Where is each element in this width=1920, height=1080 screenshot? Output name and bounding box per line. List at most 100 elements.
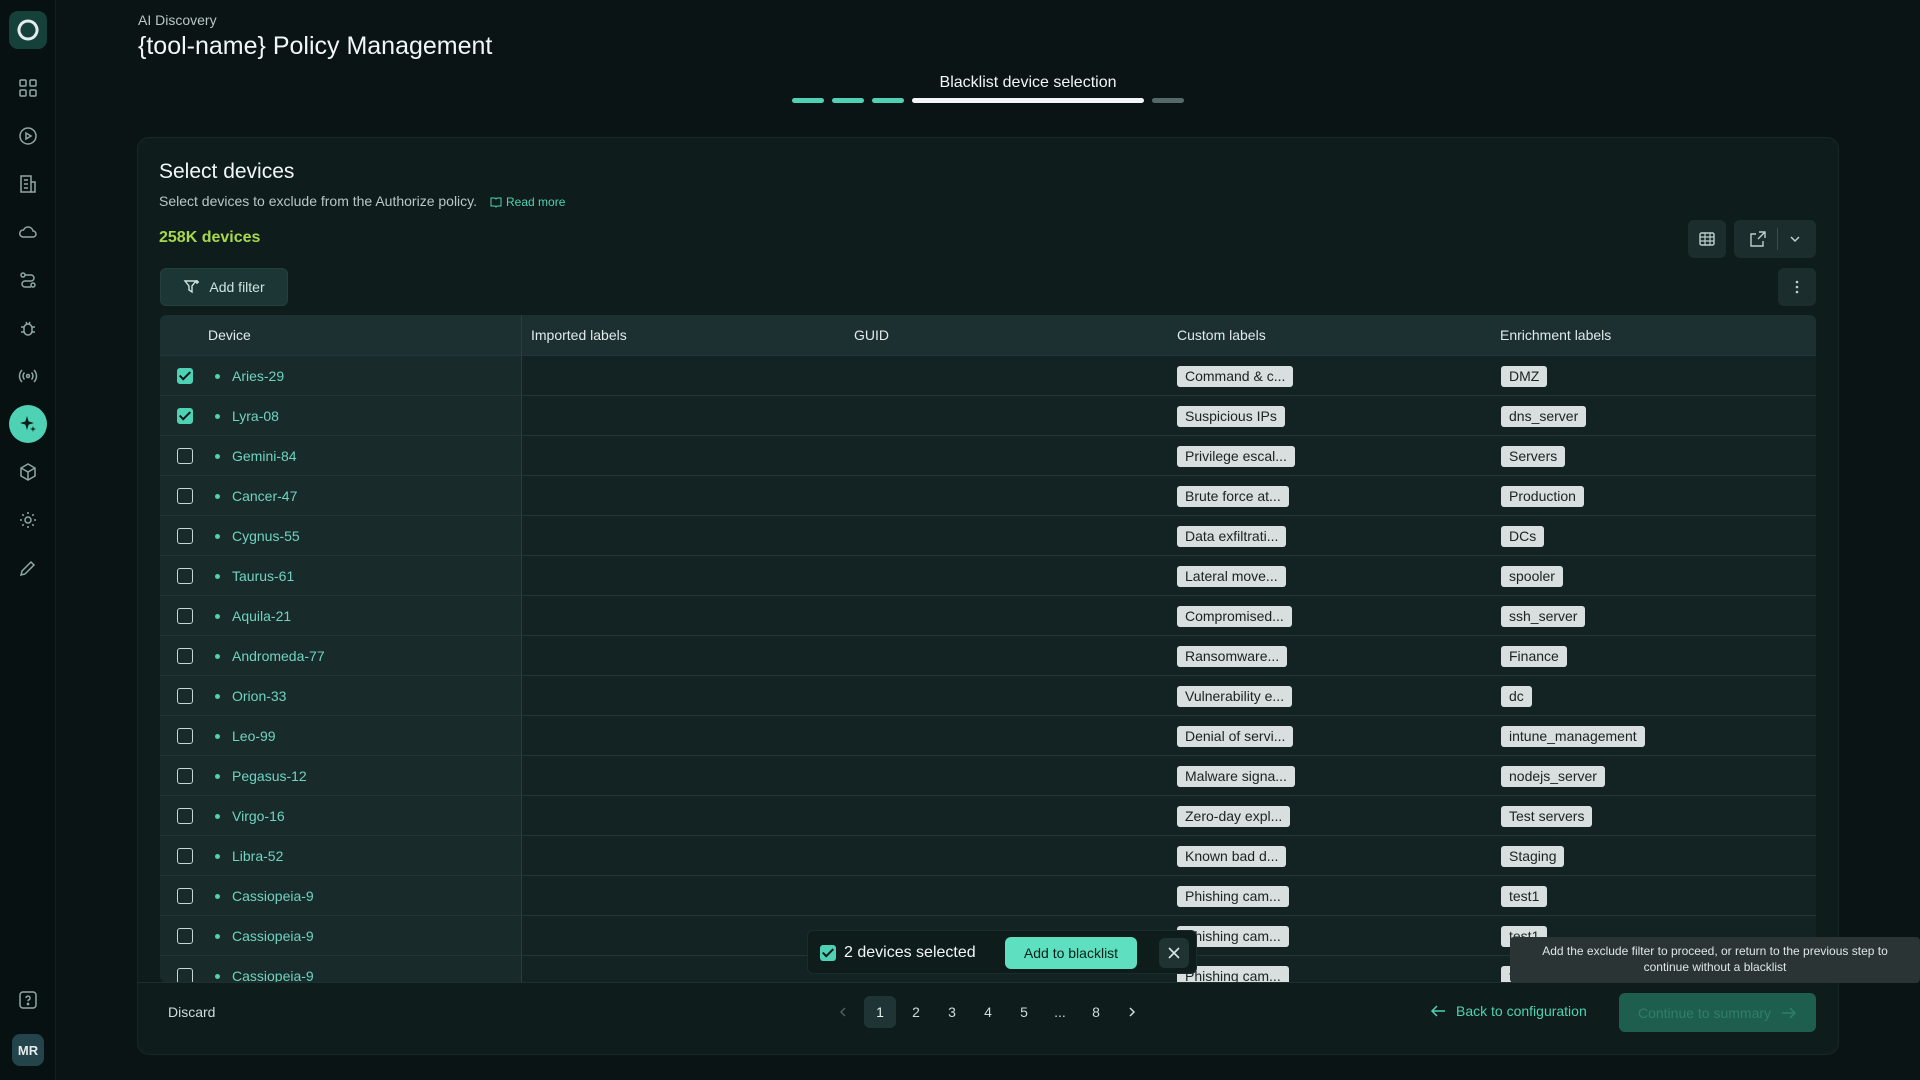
more-options-button[interactable] [1778, 268, 1816, 306]
row-checkbox[interactable] [177, 408, 193, 424]
device-name-link[interactable]: Lyra-08 [232, 408, 279, 424]
next-page-button[interactable] [1118, 996, 1146, 1028]
export-button[interactable] [1734, 220, 1816, 258]
table-row[interactable]: Lyra-08 Suspicious IPs dns_server [160, 395, 1816, 435]
add-filter-label: Add filter [209, 279, 265, 295]
read-more-link[interactable]: Read more [490, 195, 565, 209]
row-checkbox[interactable] [177, 808, 193, 824]
table-row[interactable]: Leo-99 Denial of servi... intune_managemen… [160, 715, 1816, 755]
ai-sparkle-icon[interactable] [9, 405, 47, 443]
row-checkbox[interactable] [177, 448, 193, 464]
row-checkbox[interactable] [177, 728, 193, 744]
cloud-icon[interactable] [14, 218, 42, 246]
building-icon[interactable] [14, 170, 42, 198]
page-8[interactable]: 8 [1082, 996, 1110, 1028]
device-name-link[interactable]: Libra-52 [232, 848, 283, 864]
devices-table: Device Imported labels GUID Custom label… [160, 315, 1816, 982]
app-logo[interactable] [9, 11, 47, 49]
device-name-link[interactable]: Cygnus-55 [232, 528, 300, 544]
play-circle-icon[interactable] [14, 122, 42, 150]
table-row[interactable]: Taurus-61 Lateral move... spooler [160, 555, 1816, 595]
table-row[interactable]: Cancer-47 Brute force at... Production [160, 475, 1816, 515]
device-name-link[interactable]: Cassiopeia-9 [232, 888, 314, 904]
pencil-icon[interactable] [14, 554, 42, 582]
row-checkbox[interactable] [177, 568, 193, 584]
help-icon[interactable] [14, 986, 42, 1014]
row-checkbox[interactable] [177, 608, 193, 624]
status-dot [215, 614, 220, 619]
row-checkbox[interactable] [177, 648, 193, 664]
bug-icon[interactable] [14, 314, 42, 342]
custom-label-chip: Data exfiltrati... [1177, 526, 1287, 547]
table-row[interactable]: Aries-29 Command & c... DMZ [160, 355, 1816, 395]
section-title: Select devices [159, 160, 295, 183]
clear-selection-button[interactable] [1159, 938, 1189, 968]
row-checkbox[interactable] [177, 368, 193, 384]
device-name-link[interactable]: Cancer-47 [232, 488, 297, 504]
device-name-link[interactable]: Gemini-84 [232, 448, 297, 464]
page-4[interactable]: 4 [974, 996, 1002, 1028]
prev-page-button[interactable] [829, 996, 857, 1028]
breadcrumb[interactable]: AI Discovery [138, 12, 217, 28]
row-checkbox[interactable] [177, 928, 193, 944]
row-checkbox[interactable] [177, 968, 193, 982]
status-dot [215, 854, 220, 859]
table-row[interactable]: Libra-52 Known bad d... Staging [160, 835, 1816, 875]
broadcast-icon[interactable] [14, 362, 42, 390]
back-to-configuration-button[interactable]: Back to configuration [1430, 1003, 1587, 1019]
col-header-enrichment-labels[interactable]: Enrichment labels [1500, 327, 1611, 343]
route-icon[interactable] [14, 266, 42, 294]
device-name-link[interactable]: Virgo-16 [232, 808, 285, 824]
page-2[interactable]: 2 [902, 996, 930, 1028]
col-header-custom-labels[interactable]: Custom labels [1177, 327, 1266, 343]
custom-label-chip: Ransomware... [1177, 646, 1288, 667]
table-row[interactable]: Cassiopeia-9 Phishing cam... test1 [160, 875, 1816, 915]
row-checkbox[interactable] [177, 688, 193, 704]
col-header-guid[interactable]: GUID [854, 327, 889, 343]
device-name-link[interactable]: Andromeda-77 [232, 648, 325, 664]
device-name-link[interactable]: Orion-33 [232, 688, 286, 704]
col-header-imported-labels[interactable]: Imported labels [531, 327, 627, 343]
gear-icon[interactable] [14, 506, 42, 534]
table-view-button[interactable] [1688, 220, 1726, 258]
table-row[interactable]: Cygnus-55 Data exfiltrati... DCs [160, 515, 1816, 555]
table-row[interactable]: Pegasus-12 Malware signa... nodejs_server [160, 755, 1816, 795]
device-name-link[interactable]: Leo-99 [232, 728, 276, 744]
device-name-link[interactable]: Cassiopeia-9 [232, 928, 314, 944]
row-checkbox[interactable] [177, 528, 193, 544]
selection-checkbox[interactable] [820, 945, 836, 961]
dashboard-icon[interactable] [14, 74, 42, 102]
enrichment-label-chip: spooler [1501, 566, 1563, 587]
table-row[interactable]: Andromeda-77 Ransomware... Finance [160, 635, 1816, 675]
page-1[interactable]: 1 [864, 996, 896, 1028]
device-name-link[interactable]: Taurus-61 [232, 568, 294, 584]
device-name-link[interactable]: Cassiopeia-9 [232, 968, 314, 982]
add-filter-button[interactable]: Add filter [160, 268, 288, 306]
table-row[interactable]: Virgo-16 Zero-day expl... Test servers [160, 795, 1816, 835]
cube-icon[interactable] [14, 458, 42, 486]
row-checkbox[interactable] [177, 888, 193, 904]
row-checkbox[interactable] [177, 488, 193, 504]
row-checkbox[interactable] [177, 848, 193, 864]
enrichment-label-chip: intune_management [1501, 726, 1645, 747]
device-count: 258K devices [159, 229, 261, 246]
table-row[interactable]: Orion-33 Vulnerability e... dc [160, 675, 1816, 715]
discard-button[interactable]: Discard [168, 1004, 215, 1020]
row-checkbox[interactable] [177, 768, 193, 784]
enrichment-label-chip: dns_server [1501, 406, 1587, 427]
table-row[interactable]: Gemini-84 Privilege escal... Servers [160, 435, 1816, 475]
arrow-right-icon [1782, 1006, 1797, 1019]
device-name-link[interactable]: Pegasus-12 [232, 768, 307, 784]
page-5[interactable]: 5 [1010, 996, 1038, 1028]
col-header-device[interactable]: Device [208, 327, 251, 343]
device-name-link[interactable]: Aries-29 [232, 368, 284, 384]
continue-to-summary-button[interactable]: Continue to summary [1619, 993, 1816, 1032]
status-dot [215, 774, 220, 779]
add-to-blacklist-button[interactable]: Add to blacklist [1005, 937, 1137, 969]
back-label: Back to configuration [1456, 1003, 1587, 1019]
page-3[interactable]: 3 [938, 996, 966, 1028]
avatar[interactable]: MR [12, 1034, 44, 1066]
device-name-link[interactable]: Aquila-21 [232, 608, 291, 624]
read-more-label[interactable]: Read more [506, 195, 565, 209]
table-row[interactable]: Aquila-21 Compromised... ssh_server [160, 595, 1816, 635]
